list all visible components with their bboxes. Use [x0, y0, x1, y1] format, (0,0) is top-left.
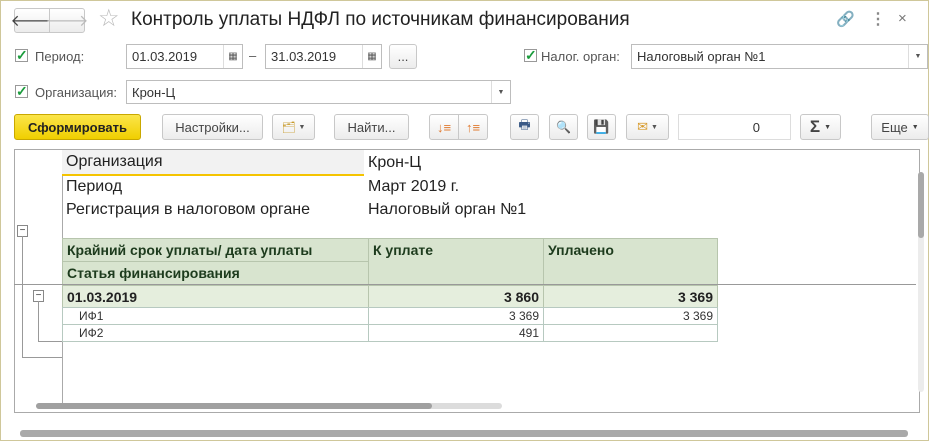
- date-to-value: 31.03.2019: [271, 49, 337, 64]
- floppy-icon: 💾: [593, 119, 610, 134]
- row-paid: 3 369: [543, 307, 718, 325]
- organization-value: Крон-Ц: [132, 84, 176, 100]
- group-date: 01.03.2019: [62, 285, 369, 308]
- vertical-scrollbar[interactable]: [918, 172, 924, 392]
- period-label: Период:: [35, 49, 85, 64]
- organization-label: Организация:: [35, 85, 118, 100]
- calendar-icon[interactable]: ▦: [362, 45, 381, 68]
- sort-up-icon: ↑≡: [465, 119, 481, 135]
- arrow-right-icon: 🡒: [45, 13, 89, 30]
- favorite-star-icon[interactable]: ☆: [98, 4, 120, 33]
- row-paid: [543, 324, 718, 342]
- preview-button[interactable]: 🔍: [549, 114, 578, 140]
- tree-line: [38, 301, 39, 341]
- sum-value: 0: [752, 119, 760, 135]
- horizontal-scroll-thumb[interactable]: [36, 403, 432, 409]
- group-paid: 3 369: [543, 285, 718, 308]
- date-from-value: 01.03.2019: [132, 49, 198, 64]
- more-label: Еще: [881, 119, 908, 135]
- settings-button[interactable]: Настройки...: [162, 114, 263, 140]
- tax-authority-value: Налоговый орган №1: [637, 49, 766, 64]
- sum-mode-button[interactable]: Σ ▼: [800, 114, 841, 140]
- header-value: Крон-Ц: [368, 154, 422, 171]
- sum-field[interactable]: 0: [678, 114, 791, 140]
- vertical-scroll-thumb[interactable]: [918, 172, 924, 238]
- save-button[interactable]: 💾: [587, 114, 616, 140]
- print-button[interactable]: 🖶: [510, 114, 539, 140]
- send-email-button[interactable]: ✉ ▼: [626, 114, 669, 140]
- tree-line: [22, 236, 23, 357]
- tax-authority-label: Налог. орган:: [541, 49, 620, 64]
- find-button[interactable]: Найти...: [334, 114, 409, 140]
- header-value: Март 2019 г.: [368, 178, 460, 195]
- envelope-icon: ✉: [637, 119, 648, 134]
- row-name: ИФ1: [62, 307, 369, 325]
- date-to-input[interactable]: 31.03.2019 ▦: [265, 44, 382, 69]
- sort-down-icon: ↓≡: [436, 119, 452, 135]
- row-name: ИФ2: [62, 324, 369, 342]
- tree-line: [22, 357, 62, 358]
- chevron-down-icon[interactable]: ▼: [491, 81, 510, 103]
- header-label: Регистрация в налоговом органе: [66, 201, 311, 218]
- link-icon[interactable]: 🔗: [836, 10, 855, 28]
- chevron-down-icon[interactable]: ▼: [908, 45, 927, 68]
- column-header-deadline: Крайний срок уплаты/ дата уплаты: [62, 238, 369, 262]
- more-vertical-icon[interactable]: ⋮: [870, 9, 886, 29]
- close-icon[interactable]: ×: [898, 10, 907, 27]
- sigma-icon: Σ: [809, 117, 821, 136]
- column-header-paid: Уплачено: [543, 238, 718, 285]
- collapse-all-button[interactable]: ↑≡: [458, 114, 488, 140]
- tree-line: [38, 341, 62, 342]
- generate-button[interactable]: Сформировать: [14, 114, 141, 140]
- printer-icon: 🖶: [518, 117, 531, 132]
- folder-icon: 🗂: [281, 121, 296, 134]
- date-dash: –: [249, 48, 257, 63]
- period-checkbox[interactable]: ✓: [15, 48, 28, 62]
- window-horizontal-scrollbar[interactable]: [20, 430, 908, 437]
- more-button[interactable]: Еще ▼: [871, 114, 929, 140]
- row-due: 491: [368, 324, 544, 342]
- preview-icon: 🔍: [556, 120, 571, 134]
- header-label: Период: [66, 178, 123, 195]
- calendar-icon[interactable]: ▦: [223, 45, 242, 68]
- tax-authority-select[interactable]: Налоговый орган №1 ▼: [631, 44, 928, 69]
- period-select-button[interactable]: ...: [389, 44, 417, 69]
- tax-authority-checkbox[interactable]: ✓: [524, 48, 537, 62]
- column-header-article: Статья финансирования: [62, 261, 369, 285]
- date-from-input[interactable]: 01.03.2019 ▦: [126, 44, 243, 69]
- window-title: Контроль уплаты НДФЛ по источникам финан…: [131, 9, 630, 30]
- header-value: Налоговый орган №1: [368, 201, 527, 218]
- forward-button[interactable]: 🡒: [46, 8, 88, 33]
- organization-select[interactable]: Крон-Ц ▼: [126, 80, 511, 104]
- variants-button[interactable]: 🗂 ▼: [272, 114, 315, 140]
- column-header-due: К уплате: [368, 238, 544, 285]
- group-due: 3 860: [368, 285, 544, 308]
- organization-checkbox[interactable]: ✓: [15, 84, 28, 98]
- expand-all-button[interactable]: ↓≡: [429, 114, 459, 140]
- row-due: 3 369: [368, 307, 544, 325]
- header-label[interactable]: Организация: [62, 150, 364, 176]
